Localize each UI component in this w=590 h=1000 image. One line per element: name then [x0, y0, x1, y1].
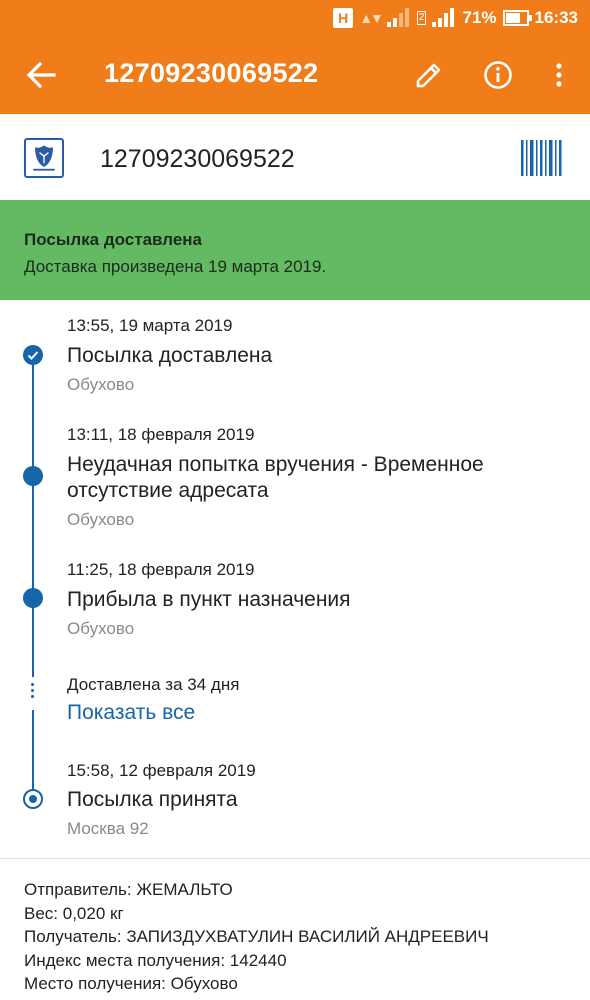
timeline-line	[32, 355, 34, 677]
sim-slot-badge: 2	[416, 11, 427, 25]
event-time: 11:25, 18 февраля 2019	[67, 560, 255, 579]
back-arrow-icon[interactable]	[24, 56, 58, 94]
parcel-details: Отправитель: ЖЕМАЛЬТО Вес: 0,020 кг Полу…	[24, 878, 584, 996]
event-title: Неудачная попытка вручения - Временное о…	[67, 453, 484, 502]
timeline-dot	[23, 466, 43, 486]
detail-sender: Отправитель: ЖЕМАЛЬТО	[24, 880, 233, 899]
info-icon[interactable]	[479, 56, 517, 94]
delivery-duration: Доставлена за 34 дня	[67, 675, 240, 694]
clock: 16:33	[534, 8, 578, 27]
event-time: 13:55, 19 марта 2019	[67, 316, 233, 335]
timeline-line	[32, 710, 34, 800]
app-bar: 12709230069522	[0, 36, 590, 114]
edit-pencil-icon[interactable]	[410, 56, 448, 94]
tracking-number: 12709230069522	[100, 145, 295, 173]
event-title: Прибыла в пункт назначения	[67, 588, 351, 611]
event-time: 15:58, 12 февраля 2019	[67, 761, 256, 780]
event-place: Москва 92	[67, 819, 149, 838]
check-dot-icon	[23, 345, 43, 365]
russian-post-logo-icon	[24, 138, 64, 178]
tracking-timeline: 13:55, 19 марта 2019 Посылка доставлена …	[0, 300, 590, 858]
detail-weight: Вес: 0,020 кг	[24, 903, 124, 923]
event-title: Посылка принята	[67, 788, 238, 811]
network-type-badge: H	[333, 8, 354, 28]
more-vert-icon[interactable]	[540, 56, 578, 94]
battery-icon	[502, 10, 532, 26]
detail-place: Место получения: Обухово	[24, 974, 238, 994]
event-place: Обухово	[67, 619, 135, 638]
timeline-dot	[23, 588, 43, 608]
signal-strength-icon	[386, 7, 411, 29]
divider	[0, 858, 590, 859]
collapsed-dots-icon	[31, 683, 35, 701]
signal-strength-2-icon	[432, 7, 456, 29]
barcode-icon[interactable]	[520, 138, 562, 178]
show-all-link[interactable]: Показать все	[67, 701, 195, 725]
event-title: Посылка доставлена	[67, 344, 273, 367]
delivery-status-banner: Посылка доставлена Доставка произведена …	[0, 200, 590, 300]
event-place: Обухово	[67, 375, 135, 394]
detail-postcode: Индекс места получения: 142440	[24, 950, 287, 970]
detail-recipient: Получатель: ЗАПИЗДУХВАТУЛИН ВАСИЛИЙ АНДР…	[24, 927, 489, 947]
tracking-row: 12709230069522	[0, 114, 590, 200]
origin-dot-icon	[23, 789, 43, 809]
data-activity-icon: ▲▼	[359, 10, 384, 26]
banner-subtitle: Доставка произведена 19 марта 2019.	[24, 257, 327, 276]
battery-percent: 71%	[462, 8, 497, 27]
event-time: 13:11, 18 февраля 2019	[67, 425, 255, 444]
event-place: Обухово	[67, 510, 135, 529]
status-bar: H ▲▼ 2 71% 16:33	[0, 0, 590, 36]
banner-title: Посылка доставлена	[24, 230, 203, 249]
page-title: 12709230069522	[104, 58, 319, 88]
